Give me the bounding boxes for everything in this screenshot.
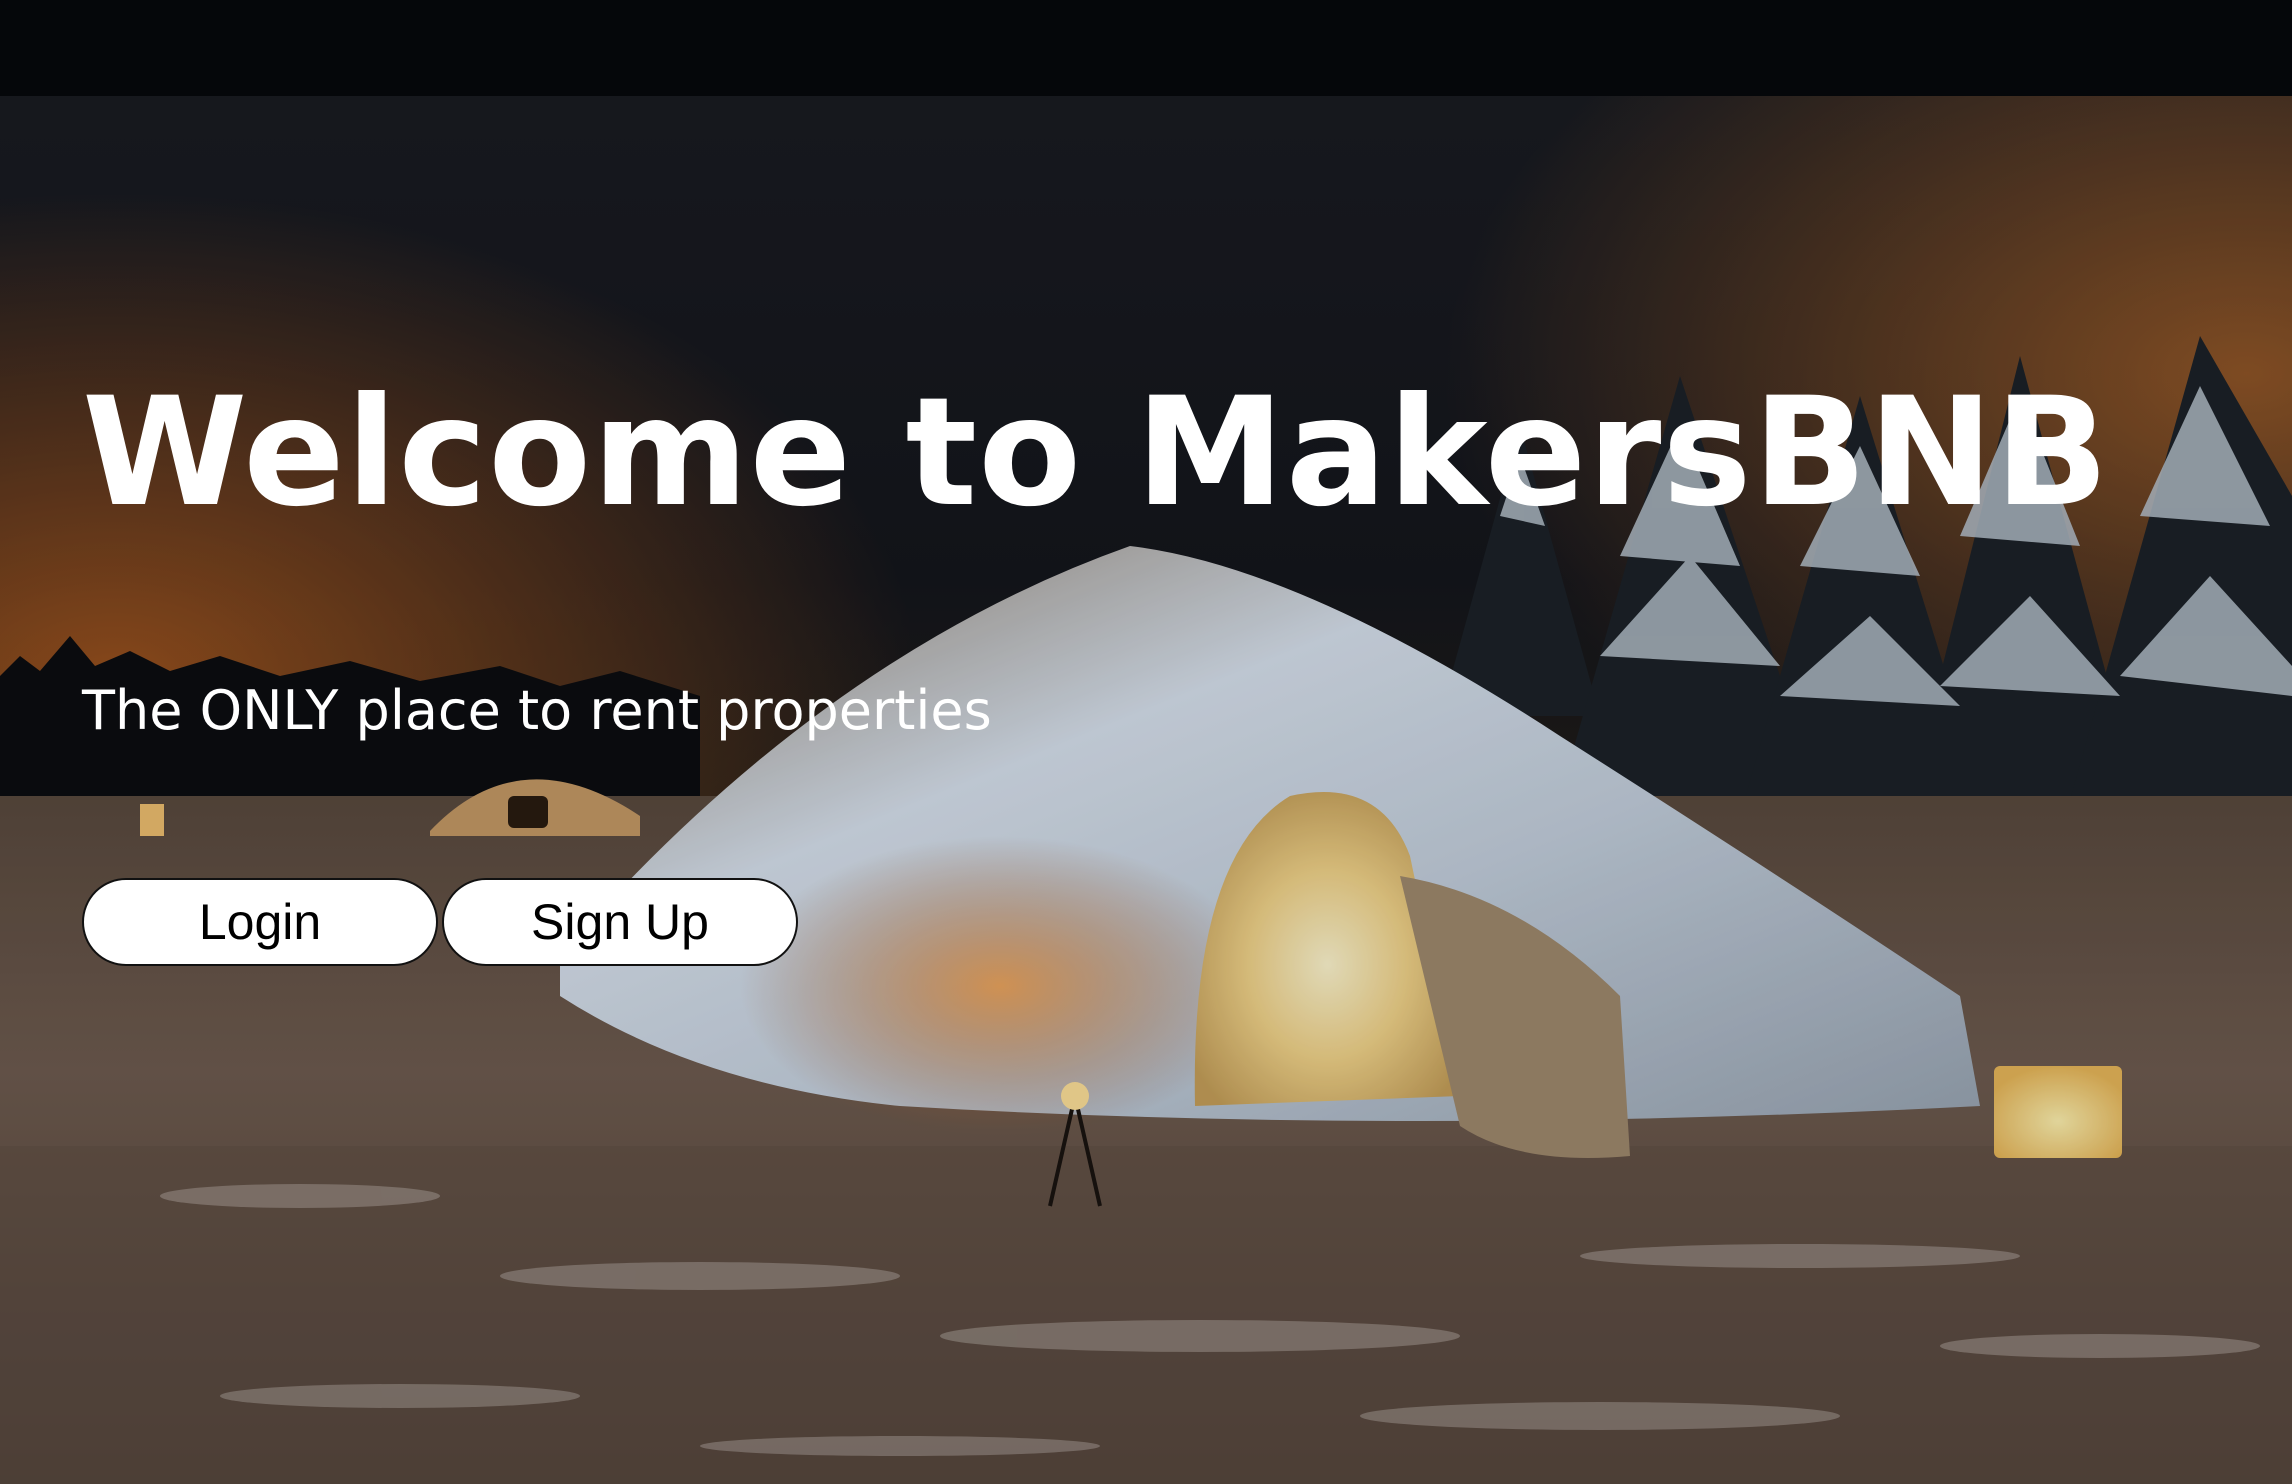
login-button[interactable]: Login <box>82 878 438 966</box>
page-title: Welcome to MakersBNB <box>82 366 2110 540</box>
top-bar <box>0 0 2292 96</box>
hero-background-image <box>0 96 2292 1484</box>
page: Welcome to MakersBNB The ONLY place to r… <box>0 0 2292 1484</box>
hero-section: Welcome to MakersBNB The ONLY place to r… <box>0 96 2292 1484</box>
page-subtitle: The ONLY place to rent properties <box>82 679 992 742</box>
signup-button[interactable]: Sign Up <box>442 878 798 966</box>
